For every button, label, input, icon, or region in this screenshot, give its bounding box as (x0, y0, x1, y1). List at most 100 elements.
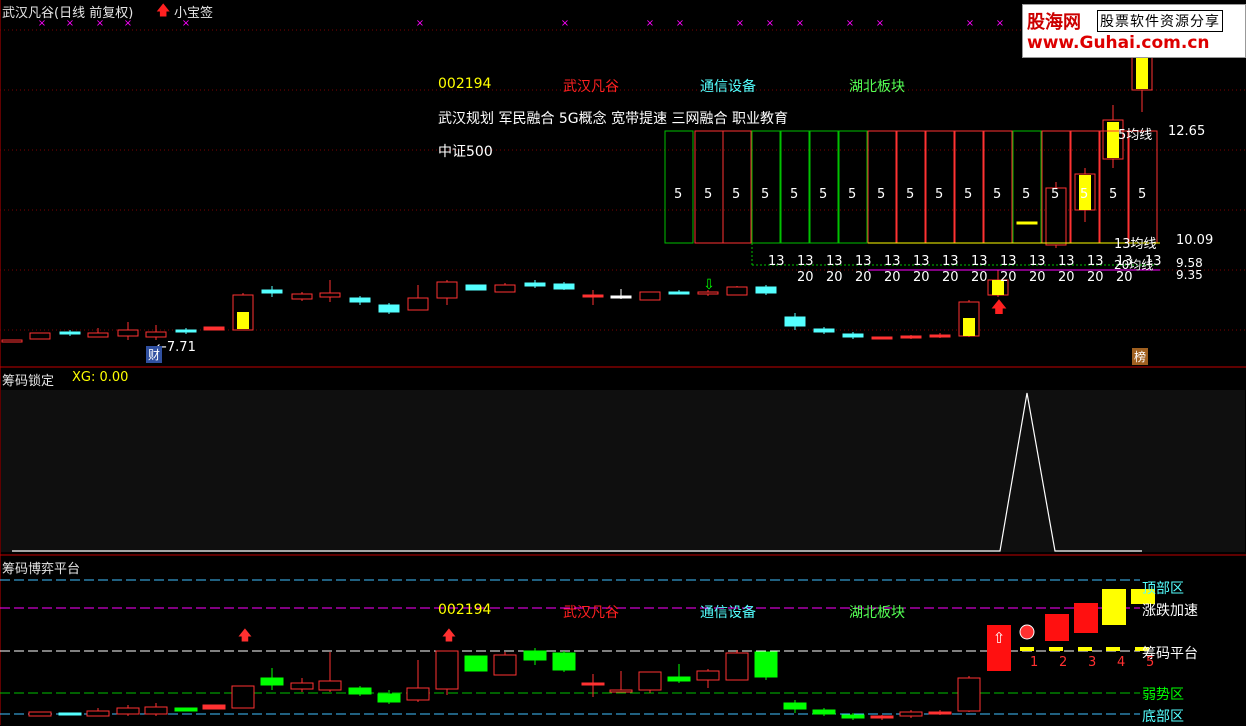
main-candle (755, 286, 777, 294)
game-candle (348, 687, 372, 695)
box-count: 5 (877, 187, 886, 202)
x-mark: × (966, 18, 974, 29)
game-candle (174, 707, 198, 712)
main-candle (378, 304, 400, 313)
main-candle (145, 331, 167, 338)
step-label: 5 (1146, 655, 1155, 670)
box-count: 5 (761, 187, 770, 202)
main-candle (117, 329, 139, 337)
game-candle (928, 711, 952, 715)
main-candle (1, 339, 23, 343)
game-stock-name: 武汉凡谷 (563, 605, 619, 621)
x-mark: × (876, 18, 884, 29)
main-candle (871, 336, 893, 340)
box-count: 5 (906, 187, 915, 202)
game-candle (377, 693, 401, 703)
game-candle (318, 680, 342, 691)
row13-value: 13 (768, 254, 785, 269)
stock-code: 002194 (438, 76, 492, 92)
game-candle (754, 651, 778, 678)
game-candle (870, 715, 894, 719)
volume-fill (963, 318, 975, 336)
game-candle (464, 655, 488, 672)
main-candle (29, 332, 51, 340)
row13-value: 13 (855, 254, 872, 269)
box-count: 5 (1109, 187, 1118, 202)
main-candle (842, 333, 864, 338)
game-candle (841, 714, 865, 719)
main-candle (929, 334, 951, 338)
up-arrow-icon: 🡅 (991, 297, 1007, 316)
row13-value: 13 (942, 254, 959, 269)
row20-value: 20 (826, 270, 843, 285)
platform-mark (1106, 647, 1120, 651)
game-candle (667, 676, 691, 682)
row13-value: 13 (884, 254, 901, 269)
box-count: 5 (1022, 187, 1031, 202)
accel-bar (1074, 603, 1098, 633)
x-mark: × (996, 18, 1004, 29)
row13-value: 13 (1145, 254, 1162, 269)
box-count: 5 (732, 187, 741, 202)
x-mark: × (646, 18, 654, 29)
stock-name: 武汉凡谷 (563, 79, 619, 95)
game-candle (552, 652, 576, 671)
zone-top-label: 顶部区 (1142, 581, 1184, 597)
game-candle (899, 711, 923, 717)
main-candle (494, 284, 516, 293)
accel-bar (1045, 614, 1069, 641)
volume-fill (1136, 58, 1148, 89)
step-label: 4 (1117, 655, 1126, 670)
main-candle (639, 291, 661, 301)
game-candle (231, 685, 255, 709)
row20-value: 20 (884, 270, 901, 285)
box-count: 5 (674, 187, 683, 202)
rank-badge[interactable]: 榜 (1132, 348, 1149, 365)
finance-badge[interactable]: 财 (146, 346, 163, 363)
game-candle (783, 702, 807, 710)
platform-mark (1049, 647, 1063, 651)
box-count: 5 (964, 187, 973, 202)
game-stock-industry: 通信设备 (700, 605, 756, 621)
box-count: 5 (1138, 187, 1147, 202)
row20-value: 20 (1000, 270, 1017, 285)
ma13-value: 10.09 (1176, 233, 1214, 248)
game-candle (523, 650, 547, 661)
game-candle (696, 670, 720, 681)
main-candle (59, 331, 81, 335)
main-candle (813, 328, 835, 333)
ma-other-value: 9.35 (1176, 268, 1203, 282)
game-candle (435, 650, 459, 690)
box-count: 5 (1080, 187, 1089, 202)
watermark-logo: 股海网 股票软件资源分享 www.Guhai.com.cn (1022, 4, 1246, 58)
game-stock-code: 002194 (438, 602, 492, 618)
stock-industry: 通信设备 (700, 79, 756, 95)
platform-mark (1078, 647, 1092, 651)
game-candle (609, 689, 633, 693)
row13-value: 13 (1029, 254, 1046, 269)
main-candle (1016, 221, 1038, 225)
watermark-brand: 股海网 (1027, 12, 1081, 33)
ma13-label: 13均线 (1114, 237, 1157, 252)
main-candle (668, 291, 690, 295)
main-candle (465, 284, 487, 291)
x-mark: × (561, 18, 569, 29)
game-candle (260, 677, 284, 686)
up-arrow-icon: 🡅 (442, 628, 456, 644)
row20-value: 20 (1029, 270, 1046, 285)
game-candle (957, 677, 981, 712)
zone-weak-label: 弱势区 (1142, 687, 1184, 703)
ma5-value: 12.65 (1168, 124, 1206, 139)
row13-value: 13 (1000, 254, 1017, 269)
zone-bottom-label: 底部区 (1142, 709, 1184, 725)
game-candle (725, 652, 749, 681)
down-arrow-icon: ⇩ (703, 277, 715, 293)
x-mark: × (796, 18, 804, 29)
box-count: 5 (993, 187, 1002, 202)
chart-title: 武汉凡谷(日线 前复权) (2, 6, 134, 21)
tool-label[interactable]: 小宝签 (174, 2, 213, 21)
main-candle (203, 326, 225, 331)
x-mark: × (676, 18, 684, 29)
main-candle (436, 281, 458, 299)
ma5-label: 5均线 (1118, 128, 1153, 143)
